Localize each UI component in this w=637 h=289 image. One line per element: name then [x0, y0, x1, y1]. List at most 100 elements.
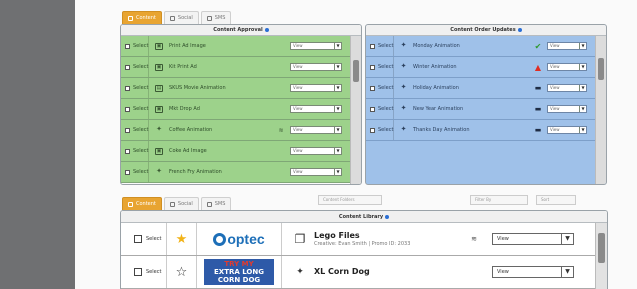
view-dropdown[interactable]: View ▼	[290, 84, 342, 92]
select-checkbox[interactable]	[134, 235, 142, 243]
view-dropdown[interactable]: View ▼	[547, 126, 587, 134]
chevron-down-icon: ▼	[579, 64, 586, 70]
view-dropdown[interactable]: View ▼	[547, 105, 587, 113]
content-thumbnail: TRY MY EXTRA LONG CORN DOG	[197, 256, 282, 288]
info-dot-icon	[517, 27, 522, 32]
chevron-down-icon: ▼	[579, 127, 586, 133]
order-update-row[interactable]: Select ✦ Monday Animation ✔ View ▼	[366, 36, 595, 57]
tab-sms[interactable]: SMS	[200, 11, 232, 24]
order-update-row[interactable]: Select ✦ Winter Animation ▲ View ▼	[366, 57, 595, 78]
social-icon	[169, 201, 175, 207]
approval-row[interactable]: Select ▣ Kit Print Ad View ▼	[121, 57, 350, 78]
content-icon	[128, 201, 133, 207]
approval-rows: Select ▣ Print Ad Image View ▼ Select ▣ K…	[121, 36, 361, 184]
view-dropdown[interactable]: View ▼	[547, 42, 587, 50]
order-updates-scrollbar[interactable]	[595, 36, 606, 184]
scroll-thumb[interactable]	[353, 60, 359, 82]
order-update-row[interactable]: Select ✦ Holiday Animation ▬ View ▼	[366, 78, 595, 99]
animation-icon: ✦	[156, 166, 162, 175]
library-row[interactable]: Select ☆ TRY MY EXTRA LONG CORN DOG ✦ XL…	[121, 256, 597, 289]
order-update-row[interactable]: Select ✦ New Year Animation ▬ View ▼	[366, 99, 595, 120]
chevron-down-icon: ▼	[334, 85, 341, 91]
select-checkbox[interactable]	[370, 106, 375, 112]
order-update-rows: Select ✦ Monday Animation ✔ View ▼ Select…	[366, 36, 606, 184]
content-library-title: Content Library	[121, 211, 607, 223]
filter-by-dropdown[interactable]: Filter By	[470, 195, 528, 205]
tab-social[interactable]: Social	[163, 197, 199, 210]
truck-icon: ▬	[534, 105, 542, 113]
corn-dog-ad-image: TRY MY EXTRA LONG CORN DOG	[204, 259, 274, 285]
content-approval-panel: Content Approval Select ▣ Print Ad Image…	[120, 24, 362, 185]
film-icon: ▤	[155, 84, 163, 92]
chevron-down-icon: ▼	[579, 43, 586, 49]
scroll-thumb[interactable]	[598, 58, 604, 80]
content-order-updates-title: Content Order Updates	[366, 25, 606, 36]
select-checkbox[interactable]	[125, 127, 130, 133]
animation-icon: ✦	[400, 124, 407, 133]
select-checkbox[interactable]	[125, 106, 130, 112]
library-scrollbar[interactable]	[595, 223, 607, 289]
select-checkbox[interactable]	[134, 268, 142, 276]
select-checkbox[interactable]	[125, 85, 130, 91]
library-filter-bar: Content Folders Filter By Sort	[318, 195, 576, 205]
chevron-down-icon: ▼	[334, 169, 341, 175]
approval-row[interactable]: Select ▣ Mkt Drop Ad View ▼	[121, 99, 350, 120]
chevron-down-icon: ▼	[579, 106, 586, 112]
chevron-down-icon: ▼	[334, 106, 341, 112]
view-dropdown[interactable]: View ▼	[290, 147, 342, 155]
library-tabs: Content Social SMS	[122, 197, 232, 210]
tab-social[interactable]: Social	[163, 11, 199, 24]
approval-row[interactable]: Select ✦ French Fry Animation View ▼	[121, 162, 350, 183]
view-dropdown[interactable]: View ▼	[492, 266, 574, 278]
tab-sms[interactable]: SMS	[200, 197, 232, 210]
approval-row[interactable]: Select ▣ Print Ad Image View ▼	[121, 36, 350, 57]
view-dropdown[interactable]: View ▼	[547, 63, 587, 71]
wifi-icon: ≋	[278, 126, 284, 134]
favorite-star-icon[interactable]: ★	[167, 223, 197, 255]
chevron-down-icon: ▼	[334, 64, 341, 70]
content-thumbnail: optec	[197, 223, 282, 255]
top-tabs: Content Social SMS	[122, 11, 232, 24]
favorite-star-outline-icon[interactable]: ☆	[167, 256, 197, 288]
gallery-icon: ❐	[294, 232, 306, 246]
sort-dropdown[interactable]: Sort	[536, 195, 576, 205]
view-dropdown[interactable]: View ▼	[547, 84, 587, 92]
select-checkbox[interactable]	[370, 85, 375, 91]
chevron-down-icon: ▼	[561, 234, 573, 244]
animation-icon: ✦	[400, 40, 407, 49]
content-folders-dropdown[interactable]: Content Folders	[318, 195, 382, 205]
library-row[interactable]: Select ★ optec ❐ Lego Files Creative: Ev…	[121, 223, 597, 256]
approval-row[interactable]: Select ▣ Coke Ad Image View ▼	[121, 141, 350, 162]
select-checkbox[interactable]	[125, 148, 130, 154]
view-dropdown[interactable]: View ▼	[290, 63, 342, 71]
animation-icon: ✦	[400, 61, 407, 70]
approval-scrollbar[interactable]	[350, 36, 361, 184]
page: Content Social SMS Content Approval Sele…	[0, 0, 637, 289]
select-checkbox[interactable]	[370, 64, 375, 70]
view-dropdown[interactable]: View ▼	[290, 105, 342, 113]
content-library-panel: Content Library Select ★ optec ❐ Lego Fi…	[120, 210, 608, 289]
content-approval-title: Content Approval	[121, 25, 361, 36]
select-checkbox[interactable]	[125, 43, 130, 49]
order-update-row[interactable]: Select ✦ Thanks Day Animation ▬ View ▼	[366, 120, 595, 141]
chevron-down-icon: ▼	[334, 148, 341, 154]
select-checkbox[interactable]	[370, 43, 375, 49]
view-dropdown[interactable]: View ▼	[290, 42, 342, 50]
view-dropdown[interactable]: View ▼	[290, 126, 342, 134]
scroll-thumb[interactable]	[598, 233, 605, 263]
select-checkbox[interactable]	[125, 169, 130, 175]
wifi-icon: ≋	[471, 235, 477, 243]
tab-content[interactable]: Content	[122, 11, 162, 24]
approval-row[interactable]: Select ✦ Coffee Animation ≋ View ▼	[121, 120, 350, 141]
animation-icon: ✦	[296, 267, 304, 277]
approval-row[interactable]: Select ▤ SKUS Movie Animation View ▼	[121, 78, 350, 99]
chevron-down-icon: ▼	[579, 85, 586, 91]
tab-content[interactable]: Content	[122, 197, 162, 210]
info-dot-icon	[385, 214, 390, 219]
chevron-down-icon: ▼	[561, 267, 573, 277]
content-order-updates-panel: Content Order Updates Select ✦ Monday An…	[365, 24, 607, 185]
view-dropdown[interactable]: View ▼	[492, 233, 574, 245]
select-checkbox[interactable]	[370, 127, 375, 133]
select-checkbox[interactable]	[125, 64, 130, 70]
view-dropdown[interactable]: View ▼	[290, 168, 342, 176]
